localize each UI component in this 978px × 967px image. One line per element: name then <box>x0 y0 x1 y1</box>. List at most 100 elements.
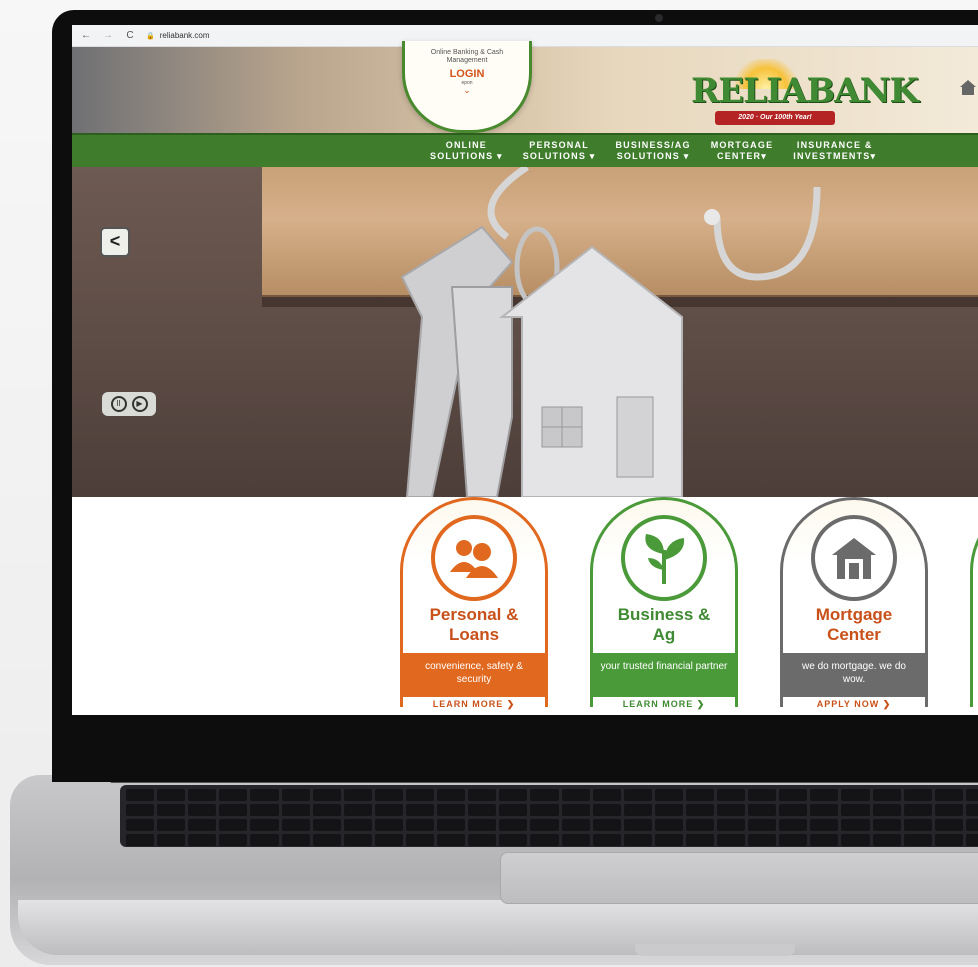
chevron-down-icon: ⌄ <box>463 85 471 95</box>
nav-mortgage-center[interactable]: MORTGAGE CENTER▾ <box>701 135 784 167</box>
keyboard-key <box>157 789 186 801</box>
keyboard-key <box>934 819 963 831</box>
keyboard-key <box>468 789 497 801</box>
keyboard-key <box>717 819 746 831</box>
keyboard-key <box>717 789 746 801</box>
hook-knob <box>704 209 720 225</box>
nav-insurance-investments[interactable]: INSURANCE & INVESTMENTS▾ <box>783 135 886 167</box>
learn-more-link[interactable]: LEARN MORE ❯ <box>590 699 738 710</box>
keyboard-key <box>312 834 341 846</box>
keyboard-key <box>281 804 310 816</box>
keyboard-key <box>841 804 870 816</box>
card-tagline: we do mortgage. we do wow. <box>780 653 928 695</box>
hook-left <box>487 167 529 240</box>
keyboard-key <box>934 834 963 846</box>
keyboard-key <box>405 789 435 801</box>
keyboard-key <box>468 834 497 846</box>
laptop-front-edge <box>18 900 978 955</box>
keyboard-key <box>623 819 652 831</box>
keyboard-key <box>188 789 217 801</box>
keyboard-key <box>965 789 978 801</box>
card-business-ag[interactable]: Business & Ag your trusted financial par… <box>590 497 738 715</box>
nav-online-solutions[interactable]: ONLINE SOLUTIONS ▾ <box>420 135 513 167</box>
keyboard-key <box>437 789 466 801</box>
browser-window: ← → C 🔒 reliabank.com Online Banking & C… <box>72 25 978 715</box>
keyboard-key <box>654 819 683 831</box>
slider-prev-button[interactable]: < <box>100 227 130 257</box>
logo-wordmark: RELIABANK <box>691 71 919 111</box>
card-tagline: your trusted financial partner <box>590 653 738 695</box>
keyboard-key <box>374 819 403 831</box>
login-badge[interactable]: Online Banking & Cash Management LOGIN e… <box>402 41 532 133</box>
card-divider <box>590 694 738 697</box>
keyboard-key <box>126 819 155 831</box>
keyboard-key <box>126 789 155 801</box>
keyboard-key <box>779 834 808 846</box>
keyboard-key <box>623 834 652 846</box>
card-personal-loans[interactable]: Personal & Loans convenience, safety & s… <box>400 497 548 715</box>
webcam <box>655 14 663 22</box>
keyboard-key <box>779 789 808 801</box>
keyboard-key <box>530 804 559 816</box>
keyboard-key <box>592 804 621 816</box>
keyboard-key <box>561 819 590 831</box>
keyboard-key <box>437 834 466 846</box>
keyboard-key <box>717 804 746 816</box>
nav-personal-solutions[interactable]: PERSONAL SOLUTIONS ▾ <box>513 135 606 167</box>
card-tagline: convenience, safety & security <box>400 653 548 695</box>
keyboard-key <box>126 834 155 846</box>
home-icon[interactable] <box>958 77 978 97</box>
card-title: Mortgage Center <box>815 605 893 644</box>
keyboard-key <box>779 819 808 831</box>
keyboard-key <box>468 804 497 816</box>
login-button[interactable]: LOGIN <box>405 68 529 80</box>
address-bar[interactable]: 🔒 reliabank.com <box>146 31 210 40</box>
keyboard-key <box>561 789 590 801</box>
keyboard-key <box>965 834 978 846</box>
keyboard-key <box>841 789 870 801</box>
apply-now-link[interactable]: APPLY NOW ❯ <box>780 699 928 710</box>
keyboard-key <box>592 834 621 846</box>
keyboard-key <box>685 789 715 801</box>
reload-icon[interactable]: C <box>124 30 136 42</box>
logo-ribbon: 2020 · Our 100th Year! <box>715 111 835 125</box>
card-divider <box>780 694 928 697</box>
nav-business-ag-solutions[interactable]: BUSINESS/AG SOLUTIONS ▾ <box>605 135 700 167</box>
keyboard-key <box>872 804 901 816</box>
keyboard-key <box>219 834 248 846</box>
keyboard-key <box>903 819 932 831</box>
hero-slider: < II ▶ <box>72 167 978 497</box>
keyboard-key <box>717 834 746 846</box>
keyboard-key <box>343 819 372 831</box>
keyboard-key <box>157 819 186 831</box>
keyboard-key <box>312 789 341 801</box>
card-partial-next[interactable] <box>970 497 978 715</box>
keyboard-key <box>872 819 901 831</box>
keyboard-key <box>250 804 279 816</box>
keyboard-key <box>219 804 248 816</box>
play-icon[interactable]: ▶ <box>131 396 148 412</box>
keyboard-key <box>561 834 590 846</box>
keyboard-key <box>965 819 978 831</box>
keyboard-key <box>343 789 372 801</box>
keyboard-key <box>872 834 901 846</box>
pause-icon[interactable]: II <box>110 396 127 412</box>
card-mortgage-center[interactable]: Mortgage Center we do mortgage. we do wo… <box>780 497 928 715</box>
keyboard-key <box>468 819 497 831</box>
keyboard-key <box>654 834 683 846</box>
keyboard-key <box>499 819 528 831</box>
login-caption-line1: Online Banking & Cash <box>430 49 504 56</box>
keyboard-key <box>530 819 559 831</box>
house-icon <box>811 515 897 601</box>
keyboard-key <box>685 834 715 846</box>
keyboard-key <box>250 819 279 831</box>
keyboard-key <box>810 804 839 816</box>
keyboard-key <box>903 834 932 846</box>
laptop-notch <box>635 944 795 956</box>
reliabank-logo[interactable]: RELIABANK 2020 · Our 100th Year! <box>687 55 919 127</box>
keys-hero-image <box>400 167 821 497</box>
forward-arrow-icon[interactable]: → <box>102 30 114 42</box>
keyboard-key <box>219 819 248 831</box>
back-arrow-icon[interactable]: ← <box>80 30 92 42</box>
learn-more-link[interactable]: LEARN MORE ❯ <box>400 699 548 710</box>
